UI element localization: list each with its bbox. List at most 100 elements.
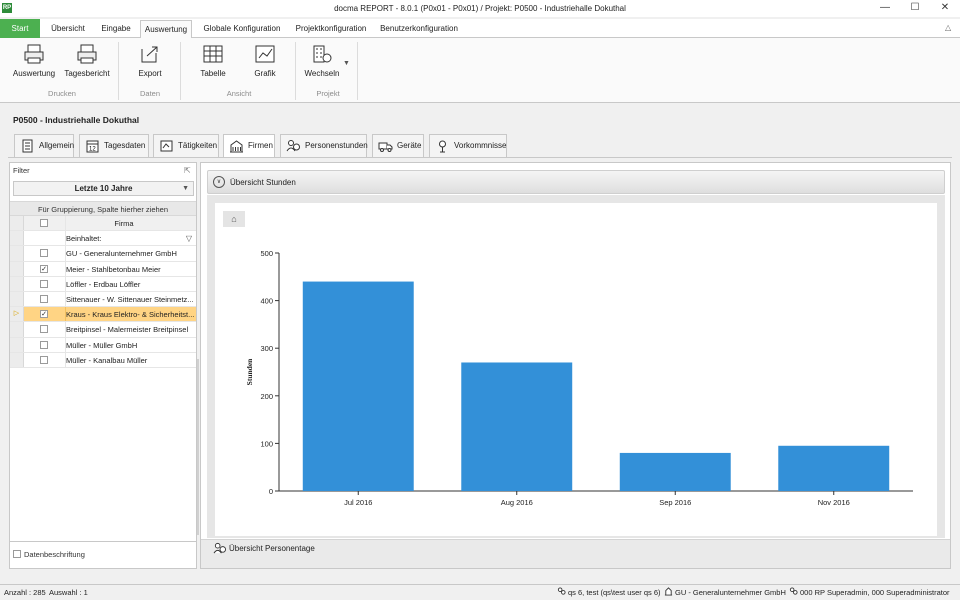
tab-tagesdaten[interactable]: 12 Tagesdaten: [79, 134, 149, 157]
table-row[interactable]: Müller - Kanalbau Müller: [10, 352, 196, 368]
hours-bar-chart: 0 100 200 300 400 500 Stunden Jul 2016 Aug 2016 S…: [245, 249, 913, 507]
x-tick-label: Jul 2016: [344, 498, 372, 507]
auswertung-button[interactable]: Auswertung: [12, 43, 56, 85]
checkbox-cell: [24, 352, 66, 367]
tab-firmen[interactable]: Firmen: [223, 134, 275, 158]
row-indicator: [10, 261, 24, 276]
maximize-icon[interactable]: ☐: [901, 1, 929, 15]
row-indicator: [10, 322, 24, 337]
company-name: Meier - Stahlbetonbau Meier: [66, 264, 161, 274]
row-checkbox[interactable]: ✓: [40, 264, 48, 273]
table-row[interactable]: Löffler - Erdbau Löffler: [10, 276, 196, 292]
row-checkbox[interactable]: [40, 294, 48, 303]
tab-eingabe[interactable]: Eingabe: [94, 20, 138, 38]
tab-allgemein-label: Allgemein: [39, 141, 75, 150]
row-checkbox[interactable]: [40, 355, 48, 364]
company-name: Löffler - Erdbau Löffler: [66, 279, 141, 289]
ribbon-separator: [295, 42, 296, 100]
x-tick-label: Aug 2016: [501, 498, 533, 507]
tabelle-label: Tabelle: [200, 69, 226, 78]
table-row[interactable]: Sittenauer - W. Sittenauer Steinmetz...: [10, 291, 196, 308]
tab-globale-konfiguration[interactable]: Globale Konfiguration: [196, 20, 288, 38]
table-row[interactable]: ✓ Meier - Stahlbetonbau Meier: [10, 261, 196, 277]
tab-tagesdaten-label: Tagesdaten: [104, 141, 146, 150]
checkbox-cell: [24, 276, 66, 291]
pin-icon[interactable]: ⇱: [184, 166, 192, 175]
wechseln-label: Wechseln: [304, 69, 340, 78]
wechseln-button[interactable]: Wechseln: [304, 43, 340, 85]
table-row[interactable]: Müller - Müller GmbH: [10, 337, 196, 353]
printer-icon: [24, 44, 44, 64]
row-checkbox[interactable]: [40, 279, 48, 288]
people-icon: [557, 587, 566, 595]
filter-label: Filter: [13, 166, 30, 175]
row-checkbox[interactable]: [40, 340, 48, 349]
period-dropdown[interactable]: Letzte 10 Jahre ▼: [13, 181, 194, 196]
table-row[interactable]: GU - Generalunternehmer GmbH: [10, 246, 196, 262]
datenbeschriftung-checkbox[interactable]: [13, 550, 21, 558]
select-all-checkbox[interactable]: [40, 219, 48, 227]
filter-row-label[interactable]: Beinhaltet:: [66, 231, 196, 245]
document-icon: [22, 139, 33, 153]
status-company: GU - Generalunternehmer GmbH: [664, 585, 786, 600]
checkbox-cell: [24, 322, 66, 337]
tab-personenstunden-label: Personenstunden: [305, 141, 368, 150]
tab-auswertung[interactable]: Auswertung: [140, 20, 192, 39]
auswertung-label: Auswertung: [12, 69, 56, 78]
row-indicator: [10, 337, 24, 352]
row-checkbox[interactable]: [40, 249, 48, 258]
y-axis-label: Stunden: [245, 358, 254, 386]
tab-vorkommnisse[interactable]: Vorkommnisse: [429, 134, 507, 157]
section-title: Übersicht Stunden: [230, 178, 296, 187]
tab-allgemein[interactable]: Allgemein: [14, 134, 74, 157]
funnel-icon[interactable]: ▽: [186, 234, 192, 243]
grid-scrollbar[interactable]: [197, 359, 199, 535]
close-icon[interactable]: ✕: [931, 1, 959, 15]
company-filter-panel: Filter ⇱ Letzte 10 Jahre ▼ Für Gruppieru…: [9, 162, 199, 569]
table-row[interactable]: Breitpinsel - Malermeister Breitpinsel: [10, 322, 196, 338]
tab-start[interactable]: Start: [0, 19, 40, 38]
company-name: Müller - Müller GmbH: [66, 340, 138, 350]
building-icon: [664, 587, 673, 596]
ribbon-collapse-icon[interactable]: △: [945, 23, 955, 33]
personentage-link[interactable]: Übersicht Personentage: [213, 542, 315, 554]
export-button[interactable]: Export: [128, 43, 172, 85]
grafik-button[interactable]: Grafik: [244, 43, 286, 85]
x-tick-label: Nov 2016: [818, 498, 850, 507]
chart-bar: [461, 362, 573, 491]
tab-projektkonfiguration[interactable]: Projektkonfiguration: [290, 20, 372, 38]
chevron-down-icon[interactable]: ▼: [343, 60, 350, 67]
row-indicator: [10, 276, 24, 291]
tab-geraete[interactable]: Geräte: [372, 134, 424, 157]
y-tick-label: 500: [260, 249, 273, 258]
table-row[interactable]: ▷ ✓ Kraus - Kraus Elektro- & Sicherheitst.…: [10, 307, 196, 323]
tab-taetigkeiten[interactable]: Tätigkeiten: [153, 134, 219, 157]
tab-divider: [8, 157, 952, 158]
tagesbericht-button[interactable]: Tagesbericht: [62, 43, 112, 85]
tab-uebersicht[interactable]: Übersicht: [44, 20, 92, 38]
row-indicator: [10, 291, 24, 307]
grid-header-row: Firma: [10, 216, 196, 232]
group-drop-area[interactable]: Für Gruppierung, Spalte hierher ziehen: [10, 201, 196, 216]
company-name: GU - Generalunternehmer GmbH: [66, 249, 177, 259]
group-projekt: Projekt: [316, 89, 340, 98]
section-header-stunden[interactable]: ∨ Übersicht Stunden: [207, 170, 945, 194]
chart-area: ⌂ 0 100 200 300 400 500 Stunden Jul 2016 Aug 201…: [215, 203, 937, 536]
status-count: Anzahl : 285: [4, 588, 46, 597]
chart-icon: [255, 45, 275, 63]
chart-frame: ⌂ 0 100 200 300 400 500 Stunden Jul 2016 Aug 201…: [207, 195, 945, 538]
status-selection: Auswahl : 1: [49, 588, 88, 597]
column-header-firma[interactable]: Firma: [66, 216, 196, 230]
tabelle-button[interactable]: Tabelle: [192, 43, 234, 85]
datenbeschriftung-toggle[interactable]: Datenbeschriftung: [13, 549, 85, 559]
event-icon: [439, 140, 446, 153]
table-icon: [203, 45, 223, 63]
tab-benutzerkonfiguration[interactable]: Benutzerkonfiguration: [376, 20, 462, 38]
minimize-icon[interactable]: —: [871, 1, 899, 15]
row-checkbox[interactable]: ✓: [40, 310, 48, 319]
checkbox-cell: [24, 291, 66, 307]
tab-personenstunden[interactable]: Personenstunden: [280, 134, 368, 157]
ribbon-separator: [357, 42, 358, 100]
row-checkbox[interactable]: [40, 325, 48, 334]
status-user-text: qs 6, test (qs\test user qs 6): [568, 588, 661, 597]
